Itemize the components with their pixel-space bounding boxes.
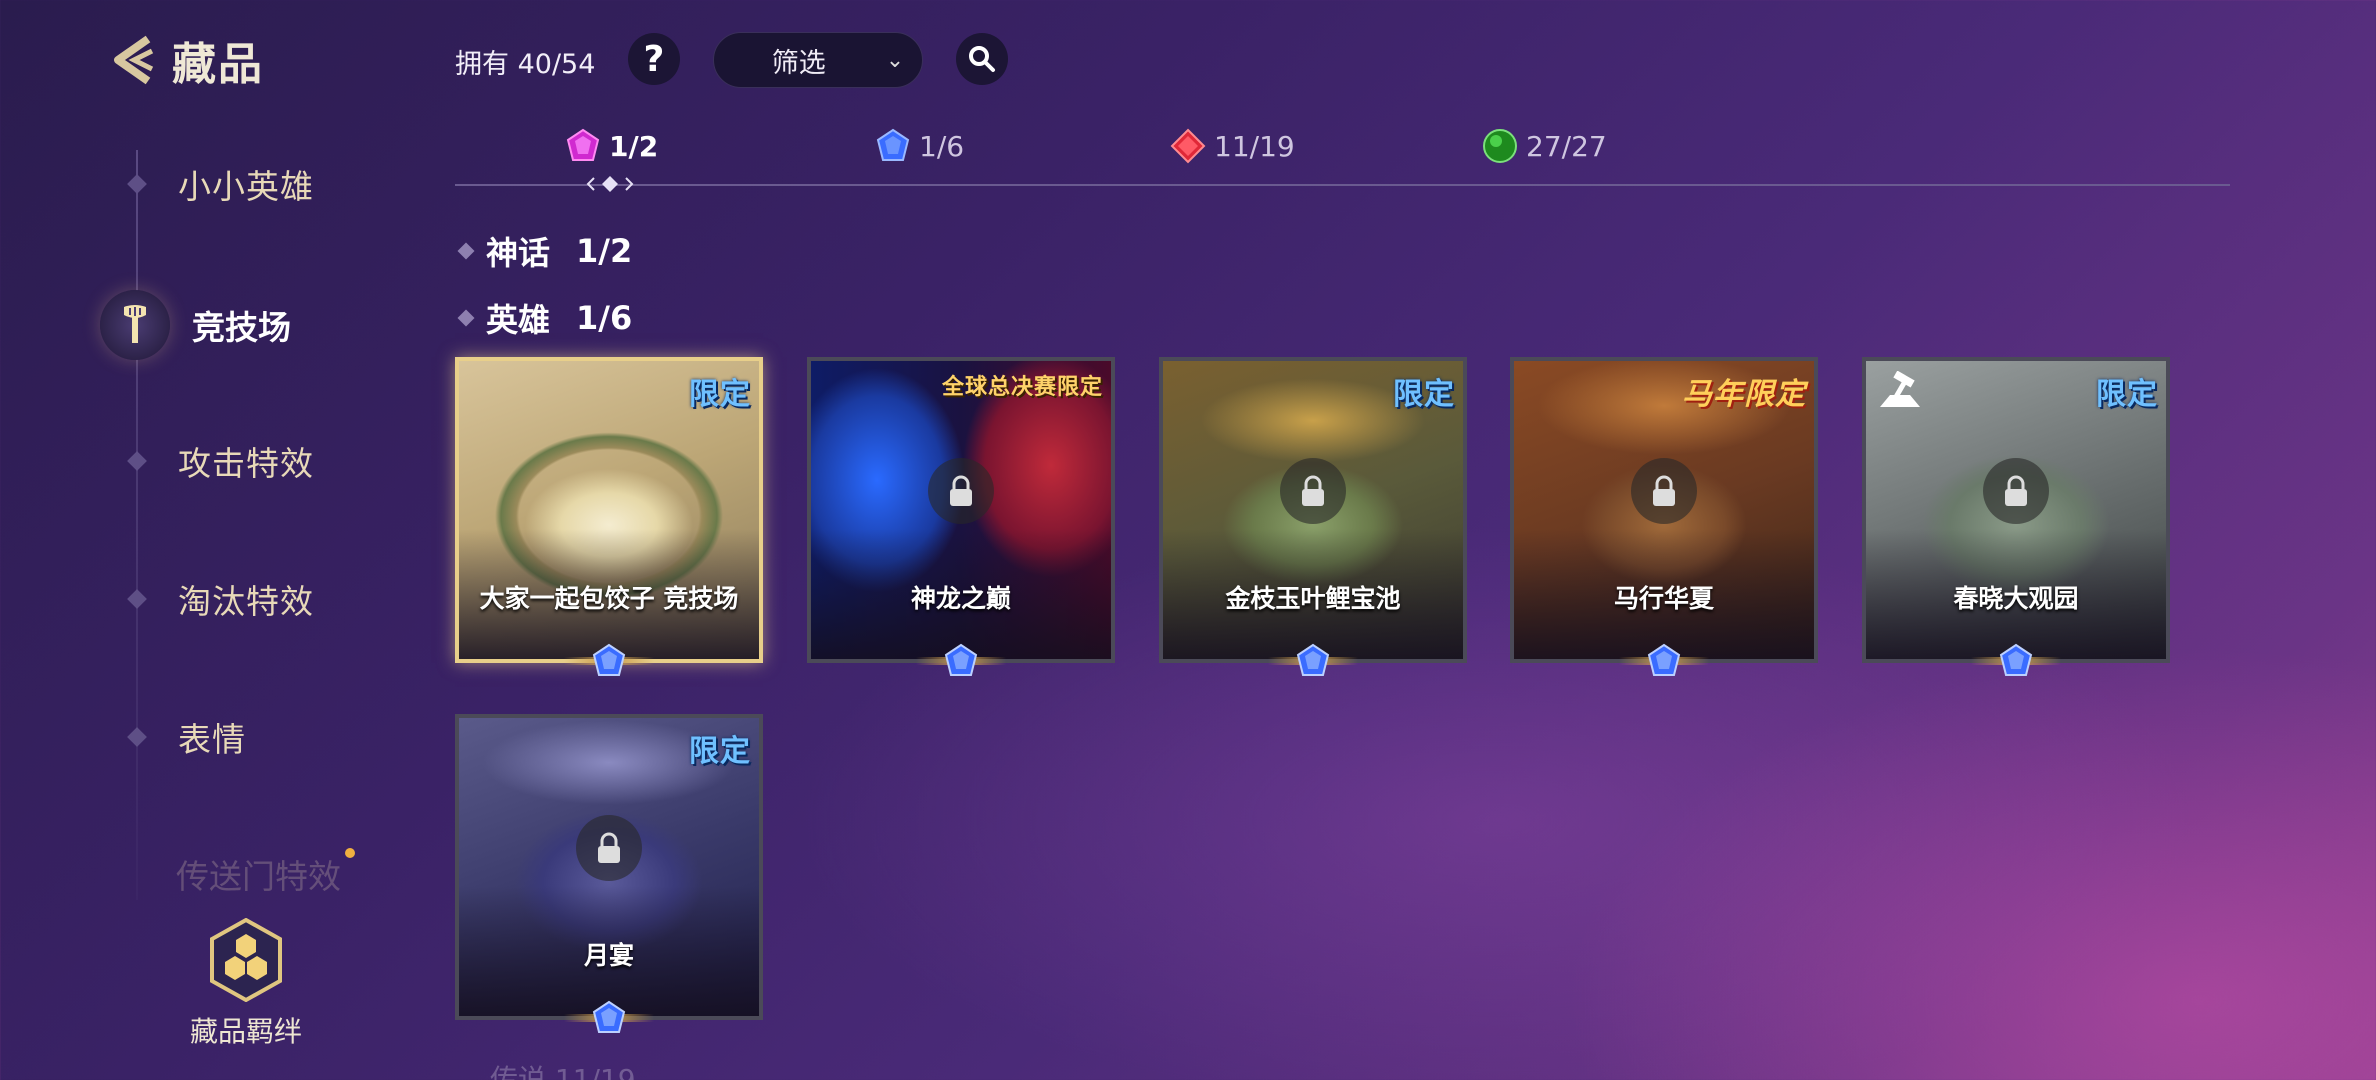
section-title: 传说 [490,1063,547,1080]
epic-gem-icon [876,128,910,161]
arena-card[interactable]: 限定 金枝玉叶鲤宝池 [1159,357,1467,676]
section-diamond-icon [457,309,475,327]
sidebar-rail [136,150,138,900]
sidebar-item-label: 淘汰特效 [178,582,314,621]
sidebar-item-attack-effects[interactable]: 攻击特效 [127,437,314,485]
section-count: 1/6 [576,299,633,337]
sidebar-dot-icon [127,174,147,194]
arena-icon [100,290,170,360]
horse-year-limited-badge: 马年限定 [1682,377,1806,412]
lock-icon [1280,458,1346,524]
sidebar-item-emotes[interactable]: 表情 [127,713,246,761]
epic-rarity-icon [564,641,654,681]
tab-epic[interactable]: 1/6 [875,128,964,164]
arena-card[interactable]: 全球总决赛限定 神龙之巅 [807,357,1115,676]
section-title: 神话 [486,234,551,272]
section-diamond-icon [457,242,475,260]
help-button[interactable]: ? [628,33,680,85]
rare-gem-icon [1170,128,1206,164]
limited-badge: 限定 [1393,377,1455,412]
sidebar-item-label: 小小英雄 [178,167,314,206]
lock-icon [576,815,642,881]
search-icon [969,46,995,72]
worlds-limited-badge: 全球总决赛限定 [941,375,1103,400]
epic-rarity-icon [1268,641,1358,681]
active-tab-indicator [586,176,634,192]
epic-rarity-icon [916,641,1006,681]
section-header-mythic: 神话 1/2 [457,228,633,274]
collection-bond-button[interactable]: 藏品羁绊 [190,918,302,1050]
sidebar-item-portal-effects[interactable]: 传送门特效 [176,850,341,898]
collection-bond-label: 藏品羁绊 [190,1015,303,1048]
tab-mythic[interactable]: 1/2 [565,128,658,164]
limited-badge: 限定 [689,734,751,769]
question-icon: ? [643,38,665,80]
sidebar-item-arena[interactable]: 竞技场 [100,290,291,360]
section-count: 1/2 [576,232,633,270]
tab-label: 11/19 [1214,129,1295,163]
lock-icon [1631,458,1697,524]
epic-rarity-icon [1619,641,1709,681]
tab-underline [455,184,2230,186]
chevron-down-icon: ⌄ [885,47,905,73]
sidebar-item-elimination-effects[interactable]: 淘汰特效 [127,575,314,623]
common-gem-icon [1483,129,1517,163]
tab-label: 1/6 [919,129,965,163]
rarity-tabs: 1/2 1/6 11/19 27/27 [455,128,2230,188]
tab-label: 1/2 [609,129,659,163]
epic-rarity-icon [564,998,654,1038]
page-title: 藏品 [172,39,264,90]
section-count: 11/19 [554,1063,636,1080]
epic-rarity-icon [1971,641,2061,681]
section-title: 英雄 [486,301,551,339]
arena-card[interactable]: 限定 大家一起包饺子 竞技场 [455,357,763,676]
search-button[interactable] [956,33,1008,85]
tab-rare[interactable]: 11/19 [1170,128,1295,164]
section-header-legendary: 传说 11/19 [490,1058,636,1080]
sidebar-item-label: 攻击特效 [178,444,314,483]
honeycomb-icon [210,918,282,1002]
arena-card[interactable]: 限定 春晓大观园 [1862,357,2170,676]
back-button[interactable]: 藏品 [108,28,264,92]
lock-icon [1983,458,2049,524]
notification-dot [345,848,355,858]
card-title: 神龙之巅 [910,584,1011,613]
card-title: 大家一起包饺子 竞技场 [479,584,739,613]
tab-common[interactable]: 27/27 [1482,128,1607,164]
sidebar-item-label: 竞技场 [192,308,291,347]
sidebar-item-little-legends[interactable]: 小小英雄 [127,160,314,208]
arena-card[interactable]: 限定 月宴 [455,714,763,1033]
sidebar-dot-icon [127,451,147,471]
card-title: 马行华夏 [1613,584,1714,613]
filter-label: 筛选 [771,47,826,79]
owned-count: 拥有 40/54 [455,49,596,80]
card-title: 月宴 [583,941,634,970]
arena-card[interactable]: 马年限定 马行华夏 [1510,357,1818,676]
filter-dropdown[interactable]: 筛选 ⌄ [713,32,923,88]
sidebar-dot-icon [127,727,147,747]
card-title: 春晓大观园 [1953,584,2079,613]
limited-badge: 限定 [2096,377,2158,412]
hammer-icon [1876,370,1924,415]
sidebar-item-label: 表情 [178,720,246,759]
limited-badge: 限定 [689,377,751,412]
tab-label: 27/27 [1526,129,1607,163]
section-header-epic: 英雄 1/6 [457,295,633,341]
card-title: 金枝玉叶鲤宝池 [1225,584,1401,613]
sidebar-dot-icon [127,589,147,609]
lock-icon [928,458,994,524]
mythic-gem-icon [566,128,600,161]
back-arrow-icon [114,35,154,85]
